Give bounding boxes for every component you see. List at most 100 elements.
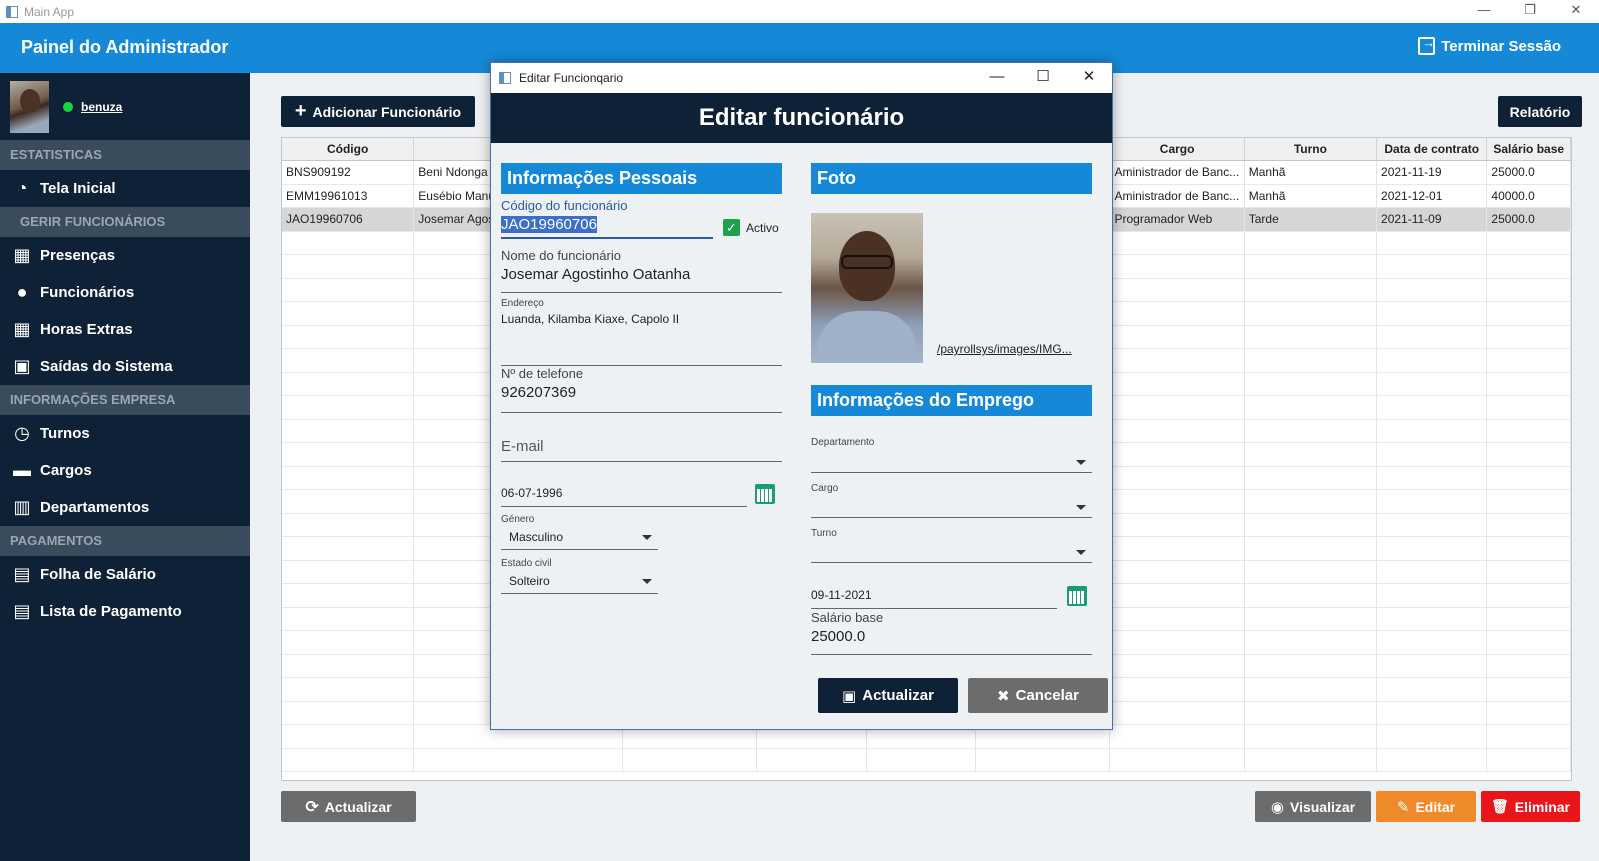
section-stats: ESTATISTICAS xyxy=(0,140,250,170)
table-cell xyxy=(282,678,415,701)
empty-table-row[interactable] xyxy=(282,748,1571,772)
phone-value: 926207369 xyxy=(501,384,577,401)
section-manage: GERIR FUNCIONÁRIOS xyxy=(0,207,250,237)
contract-date-field[interactable]: 09-11-2021 xyxy=(811,585,1057,609)
sidebar-item-shifts[interactable]: ◷ Turnos xyxy=(0,415,250,452)
table-cell xyxy=(1377,537,1488,560)
dialog-header: Editar funcionário xyxy=(491,93,1112,143)
table-cell xyxy=(1245,607,1378,630)
table-cell xyxy=(1245,748,1378,771)
sidebar-item-label: Lista de Pagamento xyxy=(40,603,182,620)
cancel-button[interactable]: ✖ Cancelar xyxy=(968,678,1108,713)
table-cell xyxy=(1245,255,1378,278)
logout-button[interactable]: Terminar Sessão xyxy=(1418,35,1561,55)
delete-button[interactable]: 🗑 Eliminar xyxy=(1481,791,1580,822)
sidebar-item-exits[interactable]: ▣ Saídas do Sistema xyxy=(0,348,250,385)
table-cell xyxy=(1487,396,1571,419)
update-button[interactable]: ▣ Actualizar xyxy=(818,678,958,713)
sidebar-item-home[interactable]: ◔ Tela Inicial xyxy=(0,170,250,207)
position-select[interactable] xyxy=(811,494,1092,518)
sidebar-item-attendance[interactable]: ▦ Presenças xyxy=(0,237,250,274)
dialog-close-icon[interactable]: ✕ xyxy=(1066,63,1112,93)
photo-path-link[interactable]: /payrollsys/images/IMG... xyxy=(937,342,1072,356)
shift-select[interactable] xyxy=(811,539,1092,563)
birth-date-field[interactable]: 06-07-1996 xyxy=(501,483,747,507)
table-cell xyxy=(282,631,415,654)
contract-date-calendar-icon[interactable] xyxy=(1067,586,1087,606)
table-cell xyxy=(1487,419,1571,442)
report-button[interactable]: Relatório xyxy=(1498,96,1582,127)
phone-field[interactable]: Nº de telefone 926207369 xyxy=(501,366,782,413)
code-field[interactable]: Código do funcionário JAO19960706 xyxy=(501,198,713,239)
sidebar-item-payslip[interactable]: ▤ Folha de Salário xyxy=(0,556,250,593)
table-cell xyxy=(1110,466,1245,489)
sidebar-item-label: Horas Extras xyxy=(40,321,133,338)
add-employee-button[interactable]: + Adicionar Funcionário xyxy=(281,96,475,127)
table-cell xyxy=(1110,278,1245,301)
table-cell xyxy=(1377,466,1488,489)
dialog-maximize-icon[interactable]: ☐ xyxy=(1020,63,1066,93)
address-value: Luanda, Kilamba Kiaxe, Capolo II xyxy=(501,312,680,326)
table-cell xyxy=(1110,678,1245,701)
table-cell xyxy=(1377,231,1488,254)
shift-label-text: Turno xyxy=(811,528,837,539)
table-cell xyxy=(1487,443,1571,466)
table-cell xyxy=(1110,302,1245,325)
sidebar-item-positions[interactable]: ▬ Cargos xyxy=(0,452,250,489)
table-cell: EMM19961013 xyxy=(282,184,415,207)
sidebar-item-overtime[interactable]: ▦ Horas Extras xyxy=(0,311,250,348)
table-cell xyxy=(282,725,415,748)
sidebar-item-label: Saídas do Sistema xyxy=(40,358,173,375)
close-icon[interactable]: ✕ xyxy=(1553,0,1599,23)
table-cell: 40000.0 xyxy=(1487,184,1571,207)
sidebar-item-paylist[interactable]: ▤ Lista de Pagamento xyxy=(0,593,250,630)
sidebar-item-employees[interactable]: ● Funcionários xyxy=(0,274,250,311)
restore-icon[interactable]: ❐ xyxy=(1507,0,1553,23)
column-header[interactable]: Salário base xyxy=(1487,138,1571,160)
table-cell xyxy=(1245,490,1378,513)
table-cell xyxy=(1245,631,1378,654)
marital-status-select[interactable]: Solteiro xyxy=(501,570,658,594)
gender-select[interactable]: Masculino xyxy=(501,526,658,550)
address-field[interactable]: Endereço Luanda, Kilamba Kiaxe, Capolo I… xyxy=(501,298,782,366)
department-select[interactable] xyxy=(811,449,1092,473)
view-button[interactable]: ◉ Visualizar xyxy=(1255,791,1371,822)
birth-date-calendar-icon[interactable] xyxy=(755,484,775,504)
column-header[interactable]: Cargo xyxy=(1110,138,1245,160)
dialog-minimize-icon[interactable]: — xyxy=(974,63,1020,93)
table-cell xyxy=(1487,607,1571,630)
table-cell xyxy=(1377,278,1488,301)
refresh-button[interactable]: ⟳ Actualizar xyxy=(281,791,416,822)
table-cell xyxy=(1487,349,1571,372)
table-cell xyxy=(1487,701,1571,724)
table-cell: Manhã xyxy=(1245,184,1378,207)
cancel-label: Cancelar xyxy=(1015,687,1079,704)
add-employee-label: Adicionar Funcionário xyxy=(312,103,462,120)
sidebar-item-label: Tela Inicial xyxy=(40,180,116,197)
personal-info-section: Informações Pessoais xyxy=(501,163,782,194)
table-cell xyxy=(282,278,415,301)
name-field[interactable]: Nome do funcionário Josemar Agostinho Oa… xyxy=(501,248,782,293)
column-header[interactable]: Turno xyxy=(1245,138,1378,160)
edit-employee-dialog: Editar Funcionqario — ☐ ✕ Editar funcion… xyxy=(490,62,1113,730)
table-cell: Aministrador de Banc... xyxy=(1110,161,1245,184)
position-label: Cargo xyxy=(811,483,838,494)
active-checkbox[interactable]: ✓ Activo xyxy=(723,219,779,236)
username-link[interactable]: benuza xyxy=(81,100,122,114)
code-input[interactable]: JAO19960706 xyxy=(501,213,713,239)
minimize-icon[interactable]: — xyxy=(1461,0,1507,23)
column-header[interactable]: Data de contrato xyxy=(1377,138,1488,160)
table-cell xyxy=(1110,513,1245,536)
table-cell xyxy=(1245,701,1378,724)
table-cell: Aministrador de Banc... xyxy=(1110,184,1245,207)
email-field[interactable]: E-mail xyxy=(501,435,782,462)
column-header[interactable]: Código xyxy=(282,138,415,160)
table-cell xyxy=(282,396,415,419)
edit-button[interactable]: ✎ Editar xyxy=(1376,791,1476,822)
table-cell xyxy=(1110,607,1245,630)
table-cell xyxy=(1487,725,1571,748)
os-window-title: Main App xyxy=(24,4,75,19)
calendar-icon: ▦ xyxy=(13,245,31,265)
sidebar-item-departments[interactable]: ▥ Departamentos xyxy=(0,489,250,526)
salary-field[interactable]: Salário base 25000.0 xyxy=(811,610,1092,655)
